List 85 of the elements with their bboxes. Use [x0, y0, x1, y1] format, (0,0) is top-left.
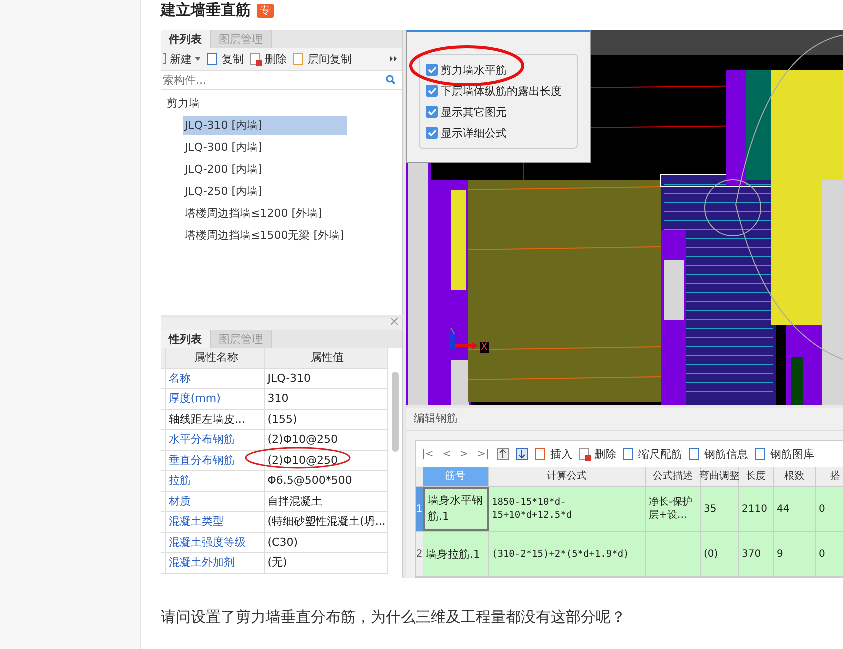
table-cell: 1850-15*10*d-15+10*d+12.5*d [489, 487, 646, 531]
toolbar-button[interactable]: 缩尺配筋 [623, 446, 682, 462]
search-icon [386, 75, 396, 85]
nav-button[interactable]: |< [421, 448, 435, 460]
column-header: 搭 [816, 467, 843, 486]
property-value[interactable]: 自拌混凝土 [264, 492, 388, 511]
table-cell: 9 [774, 532, 816, 576]
column-header: 根数 [774, 467, 816, 486]
more-icon[interactable] [390, 55, 398, 63]
tree-item[interactable]: 剪力墙 [165, 94, 202, 113]
property-name: 材质 [166, 492, 265, 511]
property-name: 混凝土类型 [166, 512, 265, 532]
caret-icon [195, 57, 201, 61]
option-checkbox[interactable]: 显示详细公式 [426, 124, 571, 142]
nav-button[interactable]: >| [476, 448, 490, 460]
nav-button[interactable]: > [459, 448, 470, 460]
tree-item[interactable]: JLQ-250 [内墙] [183, 182, 264, 201]
checkbox[interactable] [426, 106, 438, 118]
row-number[interactable]: 2 [416, 532, 423, 576]
column-header: 属性名称 [166, 348, 265, 368]
property-value[interactable]: Φ6.5@500*500 [264, 471, 388, 490]
table-cell: 44 [774, 487, 816, 531]
column-header: 计算公式 [489, 467, 646, 486]
checkbox[interactable] [426, 85, 438, 97]
column-header: 筋号 [423, 467, 489, 486]
property-value[interactable]: (特细砂塑性混凝土(坍... [264, 512, 388, 532]
toolbar-button[interactable]: 删除 [579, 446, 616, 462]
toolbar-button[interactable]: 层间复制 [293, 52, 352, 66]
property-name: 混凝土外加剂 [166, 553, 265, 572]
property-name: 混凝土强度等级 [166, 532, 265, 552]
toolbar-button[interactable]: 删除 [250, 52, 287, 66]
tree-item[interactable]: JLQ-200 [内墙] [183, 160, 264, 179]
tree-item[interactable]: JLQ-300 [内墙] [183, 138, 264, 157]
property-value[interactable]: (C30) [264, 532, 388, 552]
panel-tab[interactable]: 件列表 [161, 30, 211, 48]
column-header: 属性值 [264, 348, 388, 368]
table-cell: 2110 [739, 487, 774, 531]
table-cell: 0 [816, 487, 843, 531]
panel-title: 编辑钢筋 [406, 408, 843, 431]
property-value[interactable]: (无) [264, 553, 388, 572]
table-cell: 0 [816, 532, 843, 576]
property-name: 拉筋 [166, 471, 265, 490]
property-value[interactable]: (155) [264, 410, 388, 429]
property-name: 轴线距左墙皮... [166, 410, 265, 429]
checkbox[interactable] [426, 64, 438, 76]
column-header: 公式描述 [646, 467, 701, 486]
close-icon[interactable] [391, 318, 398, 325]
tree-item[interactable]: JLQ-310 [内墙] [183, 116, 347, 135]
property-value[interactable]: (2)Φ10@250 [264, 450, 388, 470]
property-value[interactable]: JLQ-310 [264, 368, 388, 388]
toolbar-button[interactable]: 复制 [207, 52, 244, 66]
property-name: 名称 [166, 368, 265, 388]
tree-item[interactable]: 塔楼周边挡墙≤1500无梁 [外墙] [183, 226, 346, 245]
question-text: 请问设置了剪力墙垂直分布筋，为什么三维及工程量都没有这部分呢？ [161, 608, 627, 627]
property-value[interactable]: 310 [264, 389, 388, 408]
option-checkbox[interactable]: 剪力墙水平筋 [426, 61, 571, 79]
post-title: 建立墙垂直筋 [161, 2, 251, 18]
table-cell: (0) [701, 532, 739, 576]
toolbar-button[interactable]: 钢筋图库 [755, 446, 814, 462]
toolbar-button[interactable]: 插入 [535, 446, 572, 462]
scrollbar[interactable] [392, 372, 399, 452]
property-name: 厚度(mm) [166, 389, 265, 408]
move-down-icon[interactable] [516, 448, 528, 460]
move-up-icon[interactable] [497, 448, 510, 460]
tree-item[interactable]: 塔楼周边挡墙≤1200 [外墙] [183, 204, 324, 223]
option-checkbox[interactable]: 显示其它图元 [426, 103, 571, 121]
panel-tab[interactable]: 性列表 [161, 330, 211, 348]
axis-label: X [480, 342, 489, 353]
toolbar-button[interactable]: 新建 [163, 52, 201, 66]
table-cell: 净长-保护层+设… [646, 487, 701, 531]
property-value[interactable]: (2)Φ10@250 [264, 430, 388, 450]
table-cell: (310-2*15)+2*(5*d+1.9*d) [489, 532, 646, 576]
toolbar-button[interactable]: 钢筋信息 [689, 446, 748, 462]
property-name: 水平分布钢筋 [166, 430, 265, 450]
table-cell: 墙身水平钢筋.1 [423, 487, 489, 531]
column-header: 弯曲调整 [701, 467, 739, 486]
column-header: 长度 [739, 467, 774, 486]
table-cell: 370 [739, 532, 774, 576]
property-name: 垂直分布钢筋 [166, 450, 265, 470]
table-cell: 35 [701, 487, 739, 531]
checkbox[interactable] [426, 127, 438, 139]
nav-button[interactable]: < [442, 448, 452, 460]
table-cell: 墙身拉筋.1 [423, 532, 489, 576]
option-checkbox[interactable]: 下层墙体纵筋的露出长度 [426, 82, 571, 100]
badge: 专 [257, 4, 274, 18]
